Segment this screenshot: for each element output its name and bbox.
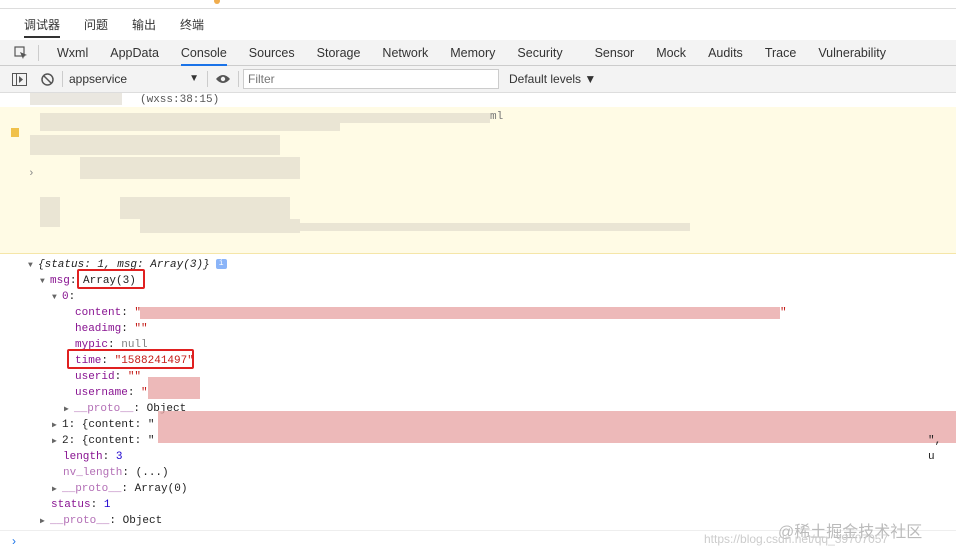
redacted-region [340,113,490,123]
dropdown-arrow-icon: ▼ [189,73,199,84]
console-output: (wxss:38:15) ml › ▼ {status: 1, msg: Arra… [0,93,956,530]
clear-console-icon[interactable] [38,70,56,88]
key-label: length [63,451,103,463]
tree-row-nv-length[interactable]: nv_length: (...) [63,465,169,481]
redacted-region [140,307,780,319]
key-label: msg [50,275,70,287]
tab-issues[interactable]: 问题 [84,10,108,40]
tree-row-item0[interactable]: ▼ 0: [52,289,75,305]
redacted-region [120,197,290,219]
tab-sources[interactable]: Sources [249,40,295,66]
value-label: 1 [103,499,111,511]
redacted-region [40,113,340,131]
warning-icon [11,128,19,137]
key-label: __proto__ [50,515,110,527]
tree-row-status: status: 1 [51,499,111,511]
redacted-region [140,219,300,233]
warning-message: ml [0,107,956,254]
value-label: Array(0) [134,483,188,495]
tree-row-userid: userid: "" [75,371,142,383]
tab-terminal[interactable]: 终端 [180,10,204,40]
status-dot [214,0,220,4]
value-label: Object [122,515,163,527]
window-top-strip [0,0,956,9]
expand-triangle-icon: ▼ [28,261,33,270]
key-label: nv_length [63,467,123,479]
key-label: userid [75,371,115,383]
tab-debugger[interactable]: 调试器 [24,10,61,40]
highlight-box-time [67,349,194,369]
divider [38,44,39,61]
watermark-url: https://blog.csdn.net/qq_39707057 [704,532,889,546]
tree-row-username: username: " [75,387,148,399]
key-label: content [75,307,122,319]
info-icon: i [215,259,227,270]
redacted-region [30,135,280,155]
value-label: "" [127,371,142,383]
tab-trace[interactable]: Trace [765,40,797,66]
tree-row-proto-root[interactable]: ▶ __proto__: Object [40,513,162,529]
devtools-tabs: Wxml AppData Console Sources Storage Net… [0,40,956,66]
eye-icon[interactable] [214,70,232,88]
expand-triangle-icon: ▼ [52,293,57,302]
tree-row-headimg: headimg: "" [75,323,148,335]
tab-network[interactable]: Network [382,40,428,66]
collapse-triangle-icon: ▶ [40,517,45,526]
redacted-region [148,377,200,399]
collapse-triangle-icon: ▶ [52,437,57,446]
tree-row-content: content: " [75,307,142,319]
key-label: status [51,499,91,511]
redacted-region [158,411,956,443]
collapse-triangle-icon: ▶ [52,485,57,494]
key-label: __proto__ [62,483,122,495]
item-preview: 2: {content: " [62,435,155,447]
tab-output[interactable]: 输出 [132,10,156,40]
tab-sensor[interactable]: Sensor [595,40,635,66]
sidebar-toggle-icon[interactable] [10,70,28,88]
tab-audits[interactable]: Audits [708,40,743,66]
tree-row-item2[interactable]: ▶ 2: {content: " [52,433,154,449]
key-label: __proto__ [74,403,134,415]
item-preview: 1: {content: " [62,419,155,431]
console-toolbar: appservice ▼ Default levels ▼ [0,66,956,93]
tab-vulnerability[interactable]: Vulnerability [818,40,886,66]
divider [207,71,208,87]
tab-appdata[interactable]: AppData [110,40,159,66]
redacted-region [40,197,60,227]
expand-chevron-icon[interactable]: › [28,168,35,180]
redacted-region [30,93,122,105]
tab-mock[interactable]: Mock [656,40,686,66]
source-location-link[interactable]: (wxss:38:15) [0,93,956,107]
quote-char: " [780,307,787,319]
key-label: headimg [75,323,122,335]
tab-console[interactable]: Console [180,40,227,66]
tab-security[interactable]: Security [517,40,562,66]
value-label: 3 [115,451,123,463]
context-value: appservice [69,72,128,86]
filter-input[interactable] [243,69,499,89]
tab-wxml[interactable]: Wxml [57,40,88,66]
inspect-element-icon[interactable] [12,44,30,62]
item2-tail: ", u [928,435,942,463]
tree-row-proto-array[interactable]: ▶ __proto__: Array(0) [52,481,187,497]
key-label: 0 [62,291,69,303]
redacted-region [300,223,690,231]
expand-triangle-icon: ▼ [40,277,45,286]
log-levels-dropdown[interactable]: Default levels ▼ [509,72,596,86]
key-label: username [75,387,128,399]
value-label: "" [134,323,148,335]
tab-storage[interactable]: Storage [317,40,361,66]
warning-tail-text: ml [490,111,504,123]
redacted-region [80,157,300,179]
context-select[interactable]: appservice ▼ [63,69,199,89]
tree-row-length: length: 3 [63,451,123,463]
collapse-triangle-icon: ▶ [52,421,57,430]
collapse-triangle-icon: ▶ [64,405,69,414]
tab-memory[interactable]: Memory [450,40,495,66]
tree-row-item1[interactable]: ▶ 1: {content: " [52,417,154,433]
panel-tabs: 调试器 问题 输出 终端 [0,10,956,40]
divider [238,71,239,87]
value-label: (...) [135,467,169,479]
highlight-box-array [77,269,145,289]
